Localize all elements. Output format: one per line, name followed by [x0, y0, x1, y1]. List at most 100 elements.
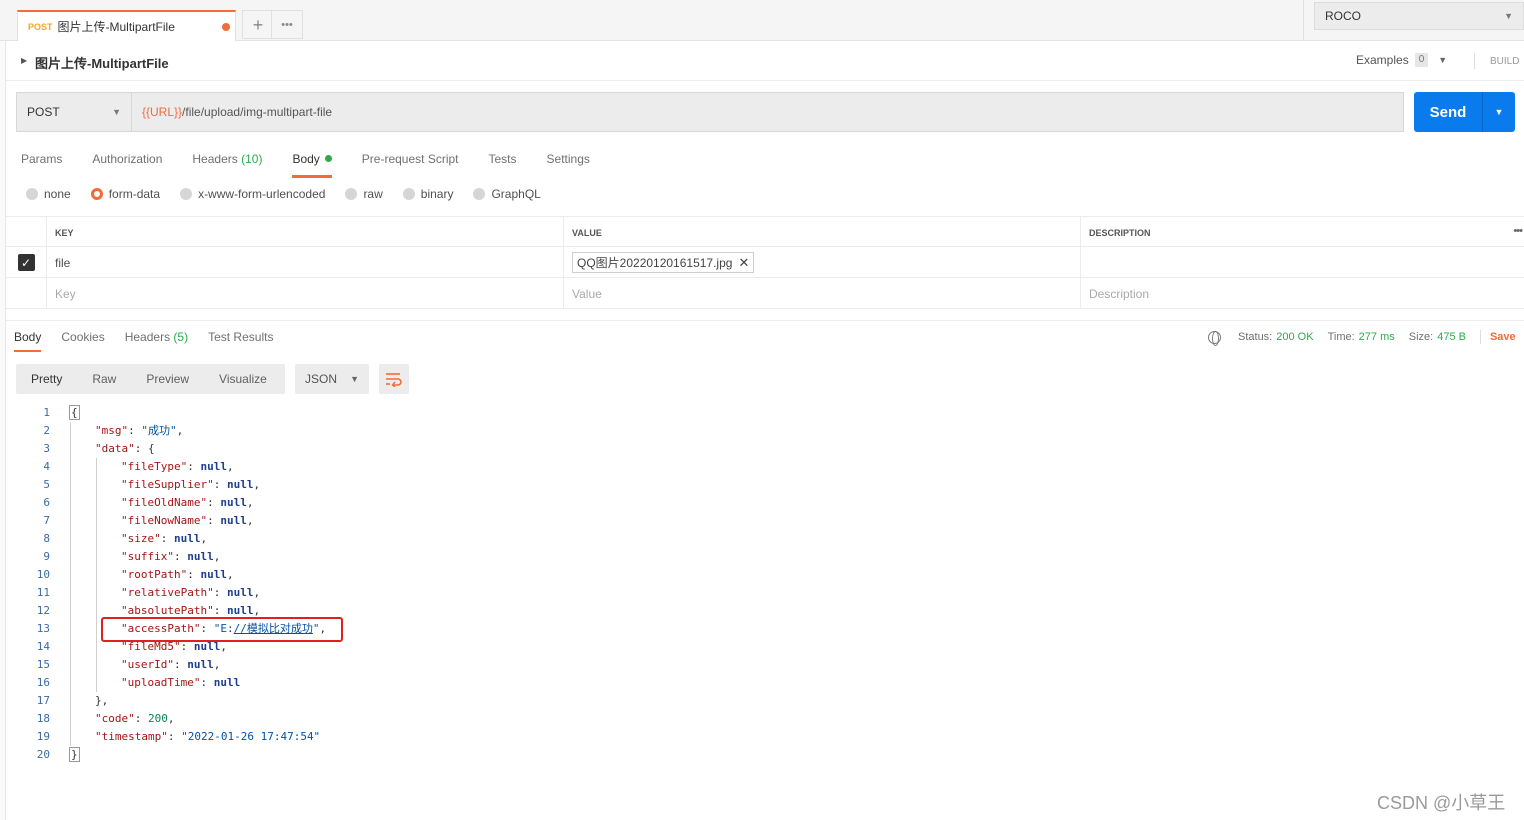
response-tabs: Body Cookies Headers (5) Test Results [6, 326, 285, 352]
code-line: 18 "code": 200, [6, 710, 1006, 728]
chevron-down-icon: ▼ [1438, 55, 1448, 65]
more-tabs-button[interactable]: ••• [271, 10, 303, 39]
tab-settings[interactable]: Settings [532, 146, 605, 176]
request-tab-name: 图片上传-MultipartFile [57, 20, 175, 34]
line-number: 20 [36, 748, 50, 761]
wrap-icon [386, 373, 402, 387]
description-field[interactable] [1080, 247, 1524, 278]
method-select[interactable]: POST ▼ [16, 92, 132, 132]
code-line: 19 "timestamp": "2022-01-26 17:47:54" [6, 728, 1006, 746]
environment-select[interactable]: ROCO ▼ [1314, 2, 1524, 30]
radio-circle [26, 188, 38, 200]
code-text: "fileType": null, [121, 460, 234, 473]
examples-label: Examples [1356, 53, 1409, 67]
wrap-lines-button[interactable] [379, 364, 409, 394]
radio-none[interactable]: none [26, 187, 71, 201]
request-tab[interactable]: POST 图片上传-MultipartFile [17, 10, 236, 41]
url-input[interactable]: {{URL}}/file/upload/img-multipart-file [131, 92, 1404, 132]
row-checkbox[interactable]: ✓ [17, 254, 35, 271]
environment-label: ROCO [1325, 9, 1361, 23]
radio-urlencoded[interactable]: x-www-form-urlencoded [180, 187, 325, 201]
code-text: }, [95, 694, 109, 707]
code-line: 3 "data": { [6, 440, 1006, 458]
view-visualize[interactable]: Visualize [204, 372, 282, 386]
line-number: 12 [36, 604, 50, 617]
line-number: 18 [36, 712, 50, 725]
code-text: "code": 200, [95, 712, 175, 725]
code-line: 11 "relativePath": null, [6, 584, 1006, 602]
divider [1303, 0, 1304, 41]
response-tab-body[interactable]: Body [6, 326, 49, 352]
code-line: 6 "fileOldName": null, [6, 494, 1006, 512]
more-icon[interactable]: ••• [1513, 225, 1523, 237]
tab-tests[interactable]: Tests [474, 146, 532, 176]
response-tab-cookies[interactable]: Cookies [53, 326, 112, 350]
radio-form-data[interactable]: form-data [90, 187, 161, 201]
tab-params[interactable]: Params [6, 146, 77, 176]
divider [1474, 53, 1475, 69]
tab-authorization[interactable]: Authorization [77, 146, 177, 176]
response-body-code[interactable]: 1{2 "msg": "成功", 3 "data": {4 "fileType": nu… [6, 404, 1006, 764]
line-number: 17 [36, 694, 50, 707]
line-number: 11 [36, 586, 50, 599]
radio-label: GraphQL [491, 187, 541, 201]
code-text: } [69, 747, 80, 762]
close-icon[interactable]: ✕ [738, 255, 749, 271]
response-tab-test-results[interactable]: Test Results [200, 326, 281, 350]
description-input[interactable]: Description [1080, 278, 1524, 309]
radio-label: form-data [108, 187, 161, 201]
key-input[interactable]: Key [46, 278, 563, 309]
key-field[interactable]: file [46, 247, 563, 278]
url-variable: {{URL}} [142, 105, 183, 119]
code-text: "fileNowName": null, [121, 514, 254, 527]
code-text: "suffix": null, [121, 550, 221, 563]
view-pretty[interactable]: Pretty [16, 372, 77, 386]
examples-count: 0 [1414, 53, 1429, 67]
line-number: 2 [43, 424, 50, 437]
header-value: VALUE [563, 217, 1080, 248]
radio-circle [345, 188, 358, 200]
more-icon: ••• [281, 18, 293, 31]
radio-binary[interactable]: binary [402, 187, 453, 201]
view-preview[interactable]: Preview [131, 372, 204, 386]
code-text: "fileOldName": null, [121, 496, 254, 509]
globe-icon[interactable] [1208, 330, 1221, 346]
view-raw[interactable]: Raw [77, 372, 131, 386]
code-line: 7 "fileNowName": null, [6, 512, 1006, 530]
radio-raw[interactable]: raw [345, 187, 383, 201]
build-button[interactable]: BUILD [1490, 56, 1519, 67]
status-value: 200 OK [1276, 331, 1314, 343]
tab-headers[interactable]: Headers (10) [177, 146, 277, 176]
tab-prerequest-script[interactable]: Pre-request Script [347, 146, 474, 176]
value-input[interactable]: Value [563, 278, 1080, 309]
response-status: Status: 200 OK Time: 277 ms Size: 475 B … [1208, 330, 1516, 346]
radio-graphql[interactable]: GraphQL [473, 187, 541, 201]
view-mode-bar: Pretty Raw Preview Visualize [16, 364, 285, 394]
code-text: "userId": null, [121, 658, 221, 671]
save-response-button[interactable]: Save [1490, 331, 1516, 343]
response-tab-headers[interactable]: Headers (5) [117, 326, 196, 350]
code-line: 15 "userId": null, [6, 656, 1006, 674]
line-number: 5 [43, 478, 50, 491]
radio-circle-selected [90, 188, 103, 200]
tab-bar: POST 图片上传-MultipartFile + ••• ROCO ▼ [0, 0, 1524, 41]
tab-body[interactable]: Body [277, 146, 346, 178]
table-row-empty: Key Value Description [6, 278, 1524, 309]
value-field[interactable]: QQ图片20220120161517.jpg ✕ [563, 247, 1080, 278]
caret-right-icon[interactable]: ▶ [21, 56, 27, 65]
line-number: 15 [36, 658, 50, 671]
format-select[interactable]: JSON ▼ [295, 364, 369, 394]
send-button[interactable]: Send ▼ [1414, 92, 1515, 132]
unsaved-dot [222, 23, 230, 31]
request-tab-method: POST [28, 21, 53, 32]
time-label: Time: [1327, 331, 1355, 343]
chevron-down-icon: ▼ [112, 107, 121, 117]
examples-dropdown[interactable]: Examples 0 ▼ [1356, 53, 1447, 67]
row-check-cell [6, 278, 46, 309]
url-path: /file/upload/img-multipart-file [182, 105, 333, 119]
new-tab-button[interactable]: + [242, 10, 274, 39]
table-row: ✓ file QQ图片20220120161517.jpg ✕ [6, 247, 1524, 278]
chevron-down-icon[interactable]: ▼ [1483, 107, 1515, 117]
line-number: 7 [43, 514, 50, 527]
size-label: Size: [1408, 331, 1434, 343]
